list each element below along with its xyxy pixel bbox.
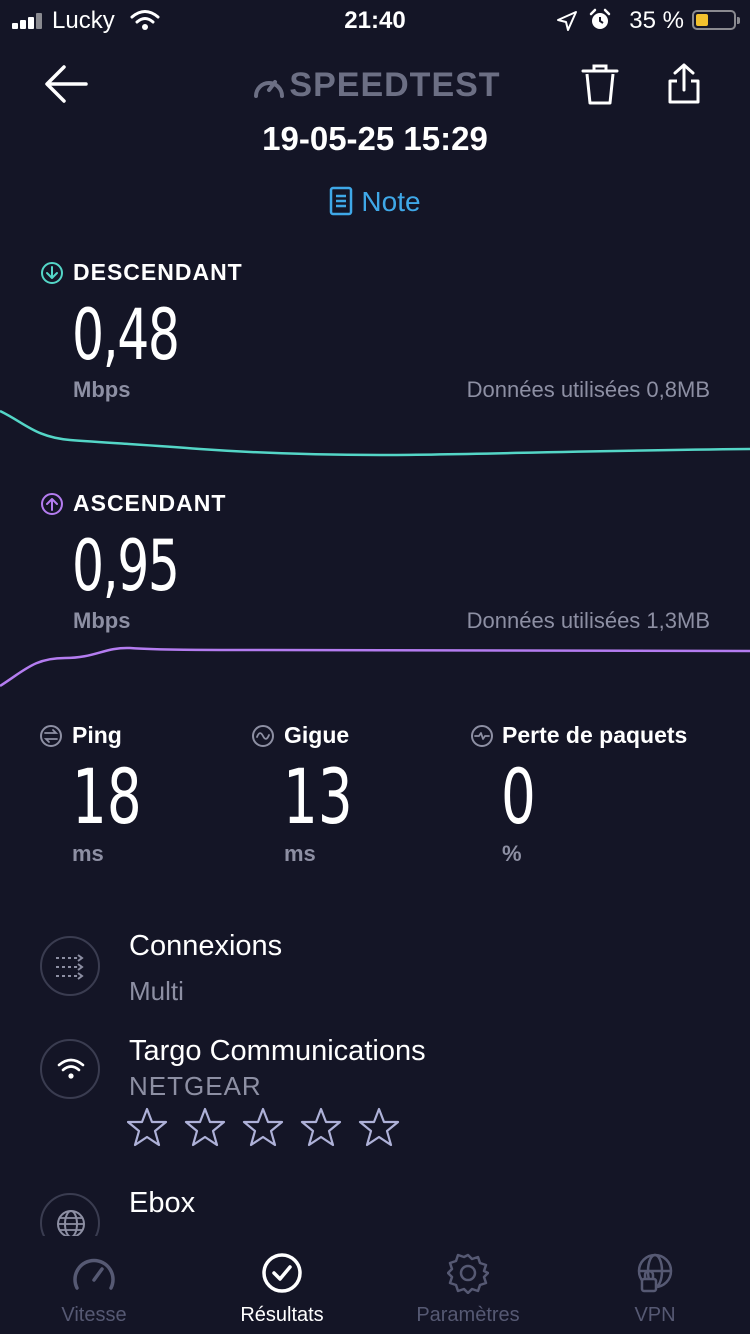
ping-unit: ms — [72, 841, 104, 866]
star-icon — [126, 1107, 168, 1147]
vpn-globe-lock-icon — [637, 1253, 673, 1293]
upload-value: 0,95 — [72, 525, 180, 607]
alarm-icon — [589, 8, 611, 29]
server-name: Ebox — [129, 1187, 196, 1219]
jitter-unit: ms — [284, 841, 316, 866]
tab-resultats-label: Résultats — [240, 1304, 324, 1326]
upload-label: ASCENDANT — [73, 490, 227, 516]
ping-icon — [40, 725, 62, 747]
connections-title: Connexions — [129, 930, 283, 962]
brand-title: SPEEDTEST — [289, 66, 501, 104]
wifi-icon — [57, 1058, 85, 1079]
share-icon[interactable] — [666, 62, 702, 106]
network-icon-circle — [40, 1039, 100, 1099]
packet-loss-value: 0 — [501, 752, 536, 841]
packet-loss-unit: % — [502, 841, 522, 866]
tab-vpn-label: VPN — [634, 1304, 676, 1326]
upload-speed-graph — [0, 646, 750, 688]
speed-gauge-icon — [73, 1258, 115, 1290]
star-icon — [242, 1107, 284, 1147]
location-arrow-icon — [557, 11, 577, 31]
tab-vitesse-label: Vitesse — [61, 1304, 127, 1326]
star-rating-icons[interactable] — [126, 1106, 417, 1150]
download-value: 0,48 — [72, 294, 180, 376]
connections-value: Multi — [129, 976, 184, 1006]
download-label: DESCENDANT — [73, 259, 243, 285]
battery-percent: 35 % — [629, 7, 684, 34]
packet-loss-label: Perte de paquets — [502, 722, 688, 748]
packet-loss-icon — [471, 725, 493, 747]
upload-arrow-icon — [41, 493, 63, 515]
ping-label: Ping — [72, 722, 122, 748]
download-speed-graph — [0, 409, 750, 457]
network-provider: Targo Communications — [129, 1035, 426, 1067]
rating-stars[interactable] — [126, 1106, 417, 1150]
jitter-label: Gigue — [284, 722, 350, 748]
battery-icon — [692, 10, 740, 30]
note-label: Note — [361, 186, 421, 217]
jitter-value: 13 — [283, 752, 353, 841]
network-device: NETGEAR — [129, 1071, 262, 1101]
download-arrow-icon — [41, 262, 63, 284]
tab-bar: Vitesse Résultats Paramètres VPN — [0, 1236, 750, 1334]
star-icon — [184, 1107, 226, 1147]
connections-icon — [56, 954, 84, 980]
ping-value: 18 — [72, 752, 142, 841]
star-icon — [300, 1107, 342, 1147]
download-unit: Mbps — [73, 377, 131, 402]
note-button[interactable]: Note — [0, 186, 750, 218]
tab-parametres-label: Paramètres — [416, 1304, 520, 1326]
test-datetime: 19-05-25 15:29 — [262, 120, 488, 157]
results-check-icon — [262, 1253, 302, 1293]
settings-gear-icon — [447, 1253, 489, 1294]
download-data-used: Données utilisées 0,8MB — [466, 377, 710, 402]
connections-icon-circle — [40, 936, 100, 996]
jitter-icon — [252, 725, 274, 747]
note-icon — [330, 186, 353, 216]
star-icon — [358, 1107, 400, 1147]
status-bar: Lucky 21:40 35 % — [0, 0, 750, 42]
delete-trash-icon[interactable] — [580, 62, 620, 106]
